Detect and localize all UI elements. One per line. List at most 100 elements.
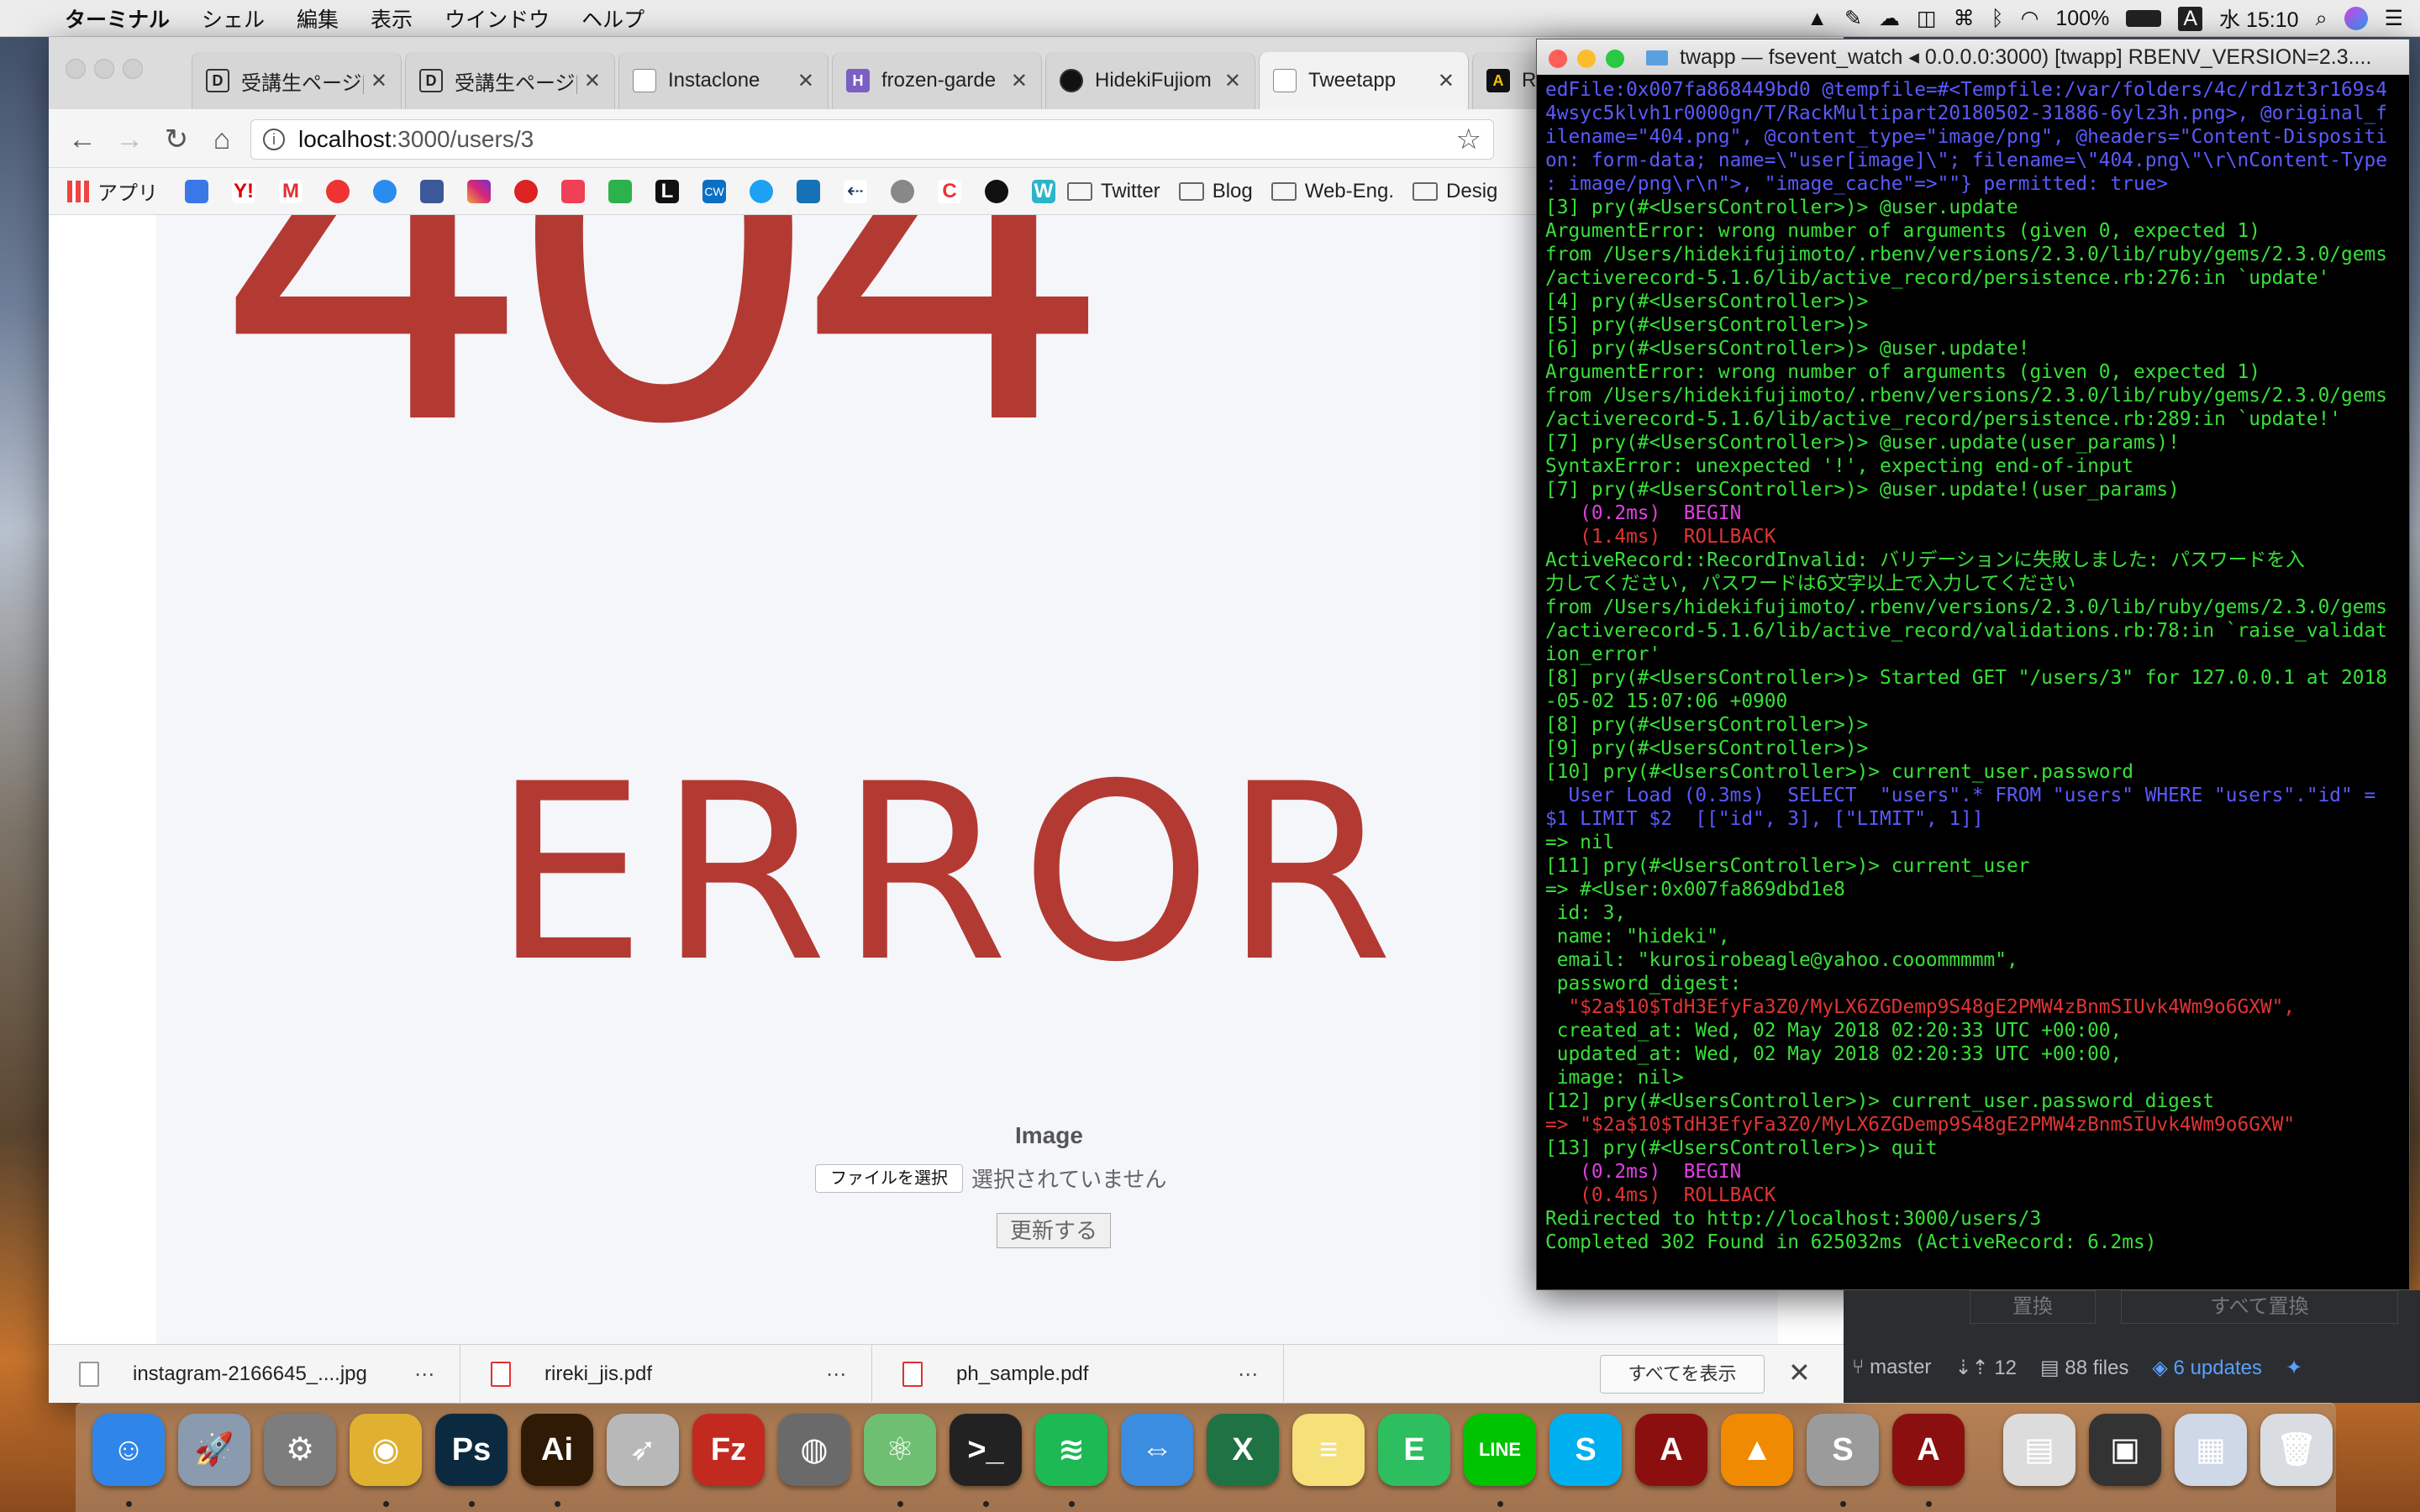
bookmark-folder-web-eng[interactable]: Web-Eng. — [1270, 180, 1394, 203]
download-menu-icon[interactable]: ⋯ — [826, 1362, 846, 1387]
notes-icon[interactable]: ≡ — [1292, 1414, 1365, 1486]
atom-icon[interactable]: ⚛ — [864, 1414, 936, 1486]
sequel-pro-icon[interactable]: ◍ — [778, 1414, 850, 1486]
feedly-bookmark-icon[interactable] — [608, 179, 632, 203]
replace-all-button[interactable]: すべて置換 — [2121, 1290, 2398, 1324]
illustrator-icon[interactable]: Ai — [521, 1414, 593, 1486]
launchpad-icon[interactable]: 🚀 — [178, 1414, 250, 1486]
spotify-icon[interactable]: ≋ — [1035, 1414, 1107, 1486]
l-bookmark-icon[interactable]: L — [655, 179, 679, 203]
screenshot-stack-2-icon[interactable]: ▦ — [2175, 1414, 2247, 1486]
replace-button[interactable]: 置換 — [1970, 1290, 2096, 1324]
branch-indicator[interactable]: ⑂ master — [1852, 1356, 1931, 1379]
reload-icon[interactable]: ↻ — [158, 121, 195, 158]
acrobat-reader-icon[interactable]: A — [1892, 1414, 1965, 1486]
tab-instaclone[interactable]: Instaclone ✕ — [618, 52, 829, 109]
w-bookmark-icon[interactable]: W — [1032, 179, 1055, 203]
github-bookmark-icon[interactable] — [891, 179, 914, 203]
spotify-bookmark-icon[interactable] — [985, 179, 1008, 203]
home-icon[interactable]: ⌂ — [203, 121, 240, 158]
minimize-window-button[interactable] — [94, 59, 114, 79]
transmit-icon[interactable]: ➶ — [607, 1414, 679, 1486]
address-bar[interactable]: i localhost:3000/users/3 ☆ — [250, 119, 1494, 160]
pocket-bookmark-icon[interactable] — [561, 179, 585, 203]
vlc-icon[interactable]: ▲ — [1721, 1414, 1793, 1486]
clock[interactable]: 水 15:10 — [2219, 3, 2299, 34]
files-count[interactable]: ▤ 88 files — [2040, 1356, 2128, 1380]
excel-icon[interactable]: X — [1207, 1414, 1279, 1486]
forward-arrow-icon[interactable]: → — [111, 121, 148, 158]
twitter-bookmark-icon[interactable] — [750, 179, 773, 203]
d-bookmark-icon[interactable] — [326, 179, 350, 203]
spotlight-search-icon[interactable]: ⌕ — [2316, 7, 2328, 31]
facebook-bookmark-icon[interactable] — [420, 179, 444, 203]
close-window-button[interactable] — [66, 59, 86, 79]
wifi-icon[interactable]: ◠ — [2021, 6, 2039, 31]
terminal-output[interactable]: edFile:0x007fa868449bd0 @tempfile=#<Temp… — [1545, 78, 2406, 1288]
sync-count[interactable]: ⇣⇡ 12 — [1954, 1356, 2017, 1380]
choose-file-button[interactable]: ファイルを選択 — [815, 1164, 963, 1193]
sourcetree-icon[interactable]: S — [1807, 1414, 1879, 1486]
close-tab-icon[interactable]: ✕ — [371, 69, 387, 93]
messenger-bookmark-icon[interactable] — [373, 179, 397, 203]
download-item[interactable]: rireki_jis.pdf ⋯ — [460, 1345, 872, 1404]
filezilla-icon[interactable]: Fz — [692, 1414, 765, 1486]
battery-percent[interactable]: 100% — [2055, 7, 2109, 31]
input-mode-indicator[interactable]: A — [2178, 6, 2203, 31]
zoom-window-button[interactable] — [1606, 50, 1624, 68]
skype-icon[interactable]: S — [1549, 1414, 1622, 1486]
menu-help[interactable]: ヘルプ — [566, 3, 660, 34]
menu-shell[interactable]: シェル — [186, 3, 281, 34]
system-preferences-icon[interactable]: ⚙ — [264, 1414, 336, 1486]
notification-center-icon[interactable]: ☰ — [2385, 6, 2403, 31]
apps-grid-icon[interactable] — [67, 180, 89, 202]
evernote-menu-icon[interactable]: ✎ — [1844, 6, 1862, 31]
download-menu-icon[interactable]: ⋯ — [1238, 1362, 1258, 1387]
terminal-icon[interactable]: >_ — [950, 1414, 1022, 1486]
cloud-sync-icon[interactable]: ☁ — [1879, 6, 1900, 31]
bookmark-folder-blog[interactable]: Blog — [1178, 180, 1253, 203]
siri-icon[interactable] — [2344, 7, 2368, 30]
finder-icon[interactable]: ☺ — [92, 1414, 165, 1486]
bookmark-star-icon[interactable]: ☆ — [1456, 120, 1481, 159]
updates-count[interactable]: ◈ 6 updates — [2152, 1356, 2262, 1380]
chrome-icon[interactable]: ◉ — [350, 1414, 422, 1486]
tab-jukousei-1[interactable]: D 受講生ページ|[ ✕ — [192, 52, 402, 109]
tab-tweetapp[interactable]: Tweetapp ✕ — [1259, 52, 1469, 109]
status-menu-icon[interactable]: ◫ — [1917, 6, 1937, 31]
close-tab-icon[interactable]: ✕ — [1224, 69, 1241, 93]
back-arrow-icon[interactable]: ← — [64, 121, 101, 158]
twitter-bird-bookmark-icon[interactable] — [797, 179, 820, 203]
tab-jukousei-2[interactable]: D 受講生ページ|[ ✕ — [405, 52, 615, 109]
teamviewer-icon[interactable]: ⇔ — [1121, 1414, 1193, 1486]
yahoo-bookmark-icon[interactable]: Y! — [232, 179, 255, 203]
zoom-window-button[interactable] — [123, 59, 143, 79]
close-tab-icon[interactable]: ✕ — [584, 69, 601, 93]
evernote-icon[interactable]: E — [1378, 1414, 1450, 1486]
c-bookmark-icon[interactable]: C — [938, 179, 961, 203]
screenshot-stack-icon[interactable]: ▣ — [2089, 1414, 2161, 1486]
cw-bookmark-icon[interactable]: CW — [702, 179, 726, 203]
menu-edit[interactable]: 編集 — [281, 3, 355, 34]
tab-github-hidekifujimoto[interactable]: HidekiFujiom ✕ — [1045, 52, 1255, 109]
calendar-bookmark-icon[interactable] — [185, 179, 208, 203]
line-icon[interactable]: LINE — [1464, 1414, 1536, 1486]
tab-frozen-garden[interactable]: H frozen-garde ✕ — [832, 52, 1042, 109]
trash-icon[interactable]: 🗑 — [2260, 1414, 2333, 1486]
acrobat-icon[interactable]: A — [1635, 1414, 1707, 1486]
apps-shortcut[interactable]: アプリ — [97, 176, 158, 206]
close-tab-icon[interactable]: ✕ — [1011, 69, 1028, 93]
gmail-bookmark-icon[interactable]: M — [279, 179, 302, 203]
command-icon[interactable]: ⌘ — [1954, 6, 1975, 31]
close-download-shelf-icon[interactable]: ✕ — [1788, 1357, 1811, 1389]
vlc-menu-icon[interactable]: ▲ — [1807, 7, 1828, 31]
document-stack-icon[interactable]: ▤ — [2003, 1414, 2075, 1486]
arrow-bookmark-icon[interactable]: ⇠ — [844, 179, 867, 203]
bluetooth-icon[interactable]: ᛒ — [1991, 7, 2004, 31]
bookmark-folder-twitter[interactable]: Twitter — [1067, 180, 1160, 203]
close-window-button[interactable] — [1549, 50, 1567, 68]
photoshop-icon[interactable]: Ps — [435, 1414, 508, 1486]
redcircle-bookmark-icon[interactable] — [514, 179, 538, 203]
download-menu-icon[interactable]: ⋯ — [414, 1362, 434, 1387]
menu-app-name[interactable]: ターミナル — [49, 3, 186, 34]
